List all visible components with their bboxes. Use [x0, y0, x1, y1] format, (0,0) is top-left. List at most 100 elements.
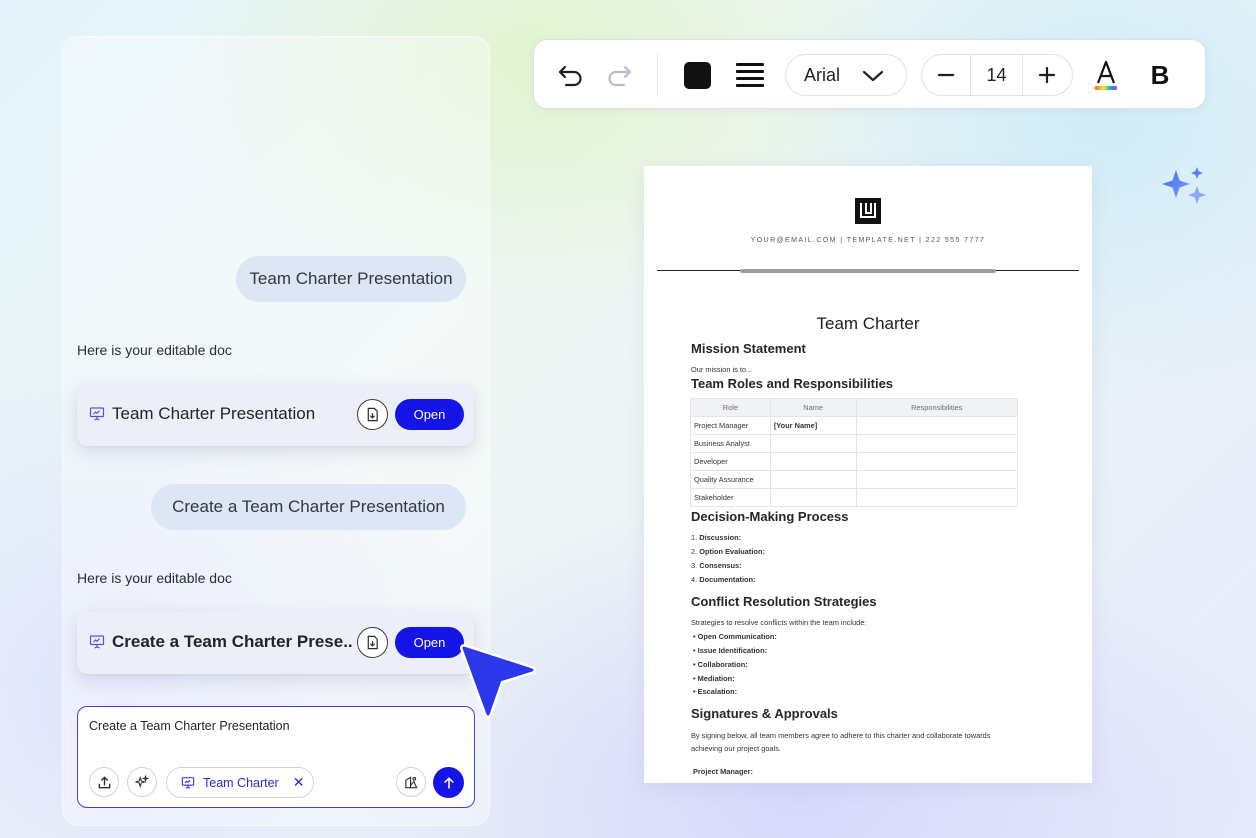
name-cell	[769, 434, 857, 453]
formatting-toolbar: Arial 14 B	[533, 39, 1206, 109]
list-label: Consensus:	[699, 561, 742, 570]
responsibilities-cell	[855, 434, 1019, 453]
section-heading: Conflict Resolution Strategies	[691, 594, 877, 609]
name-cell	[769, 452, 857, 471]
fill-color-button[interactable]	[682, 60, 712, 90]
conflict-intro: Strategies to resolve conflicts within t…	[691, 618, 867, 627]
gallery-icon	[404, 775, 418, 788]
font-family-value: Arial	[804, 64, 841, 85]
presentation-icon	[89, 407, 105, 421]
download-file-icon	[367, 635, 378, 650]
template-gallery-button[interactable]	[396, 767, 426, 797]
toolbar-divider	[657, 54, 658, 96]
responsibilities-cell	[855, 416, 1019, 435]
table-header: Role	[690, 398, 771, 417]
table-row: Project Manager [Your Name]	[690, 416, 1019, 435]
color-swatch	[683, 61, 711, 89]
decrease-size-button[interactable]	[922, 55, 972, 95]
message-composer[interactable]: Create a Team Charter Presentation Team …	[77, 706, 475, 808]
ai-sparkle-icon	[1162, 167, 1206, 204]
presentation-icon	[181, 776, 195, 789]
context-chip[interactable]: Team Charter ✕	[166, 767, 314, 798]
send-button[interactable]	[433, 767, 464, 798]
table-row: Developer	[690, 452, 1019, 471]
open-button[interactable]: Open	[395, 627, 464, 658]
signatures-text: achieving our project goals.	[691, 744, 781, 753]
font-size-control: 14	[921, 54, 1073, 96]
plus-icon	[1039, 66, 1056, 84]
open-button[interactable]: Open	[395, 399, 464, 430]
role-cell: Business Analyst	[690, 434, 771, 453]
upload-icon	[98, 775, 110, 788]
contact-line: YOUR@EMAIL.COM | TEMPLATE.NET | 222 555 …	[750, 237, 986, 244]
chip-label: Team Charter	[203, 775, 279, 790]
doc-card[interactable]: Create a Team Charter Prese... Open	[77, 612, 474, 674]
list-label: Discussion:	[699, 533, 742, 542]
redo-button[interactable]	[604, 60, 634, 90]
list-item: • Open Communication:	[693, 632, 777, 641]
download-file-icon	[367, 407, 378, 422]
list-number: 1.	[691, 533, 698, 542]
doc-card[interactable]: Team Charter Presentation Open	[77, 384, 474, 446]
user-message-bubble: Create a Team Charter Presentation	[151, 484, 466, 530]
doc-title: Team Charter	[816, 314, 920, 333]
minus-icon	[938, 73, 955, 77]
table-row: Business Analyst	[690, 434, 1019, 453]
table-header: Responsibilities	[855, 398, 1019, 417]
message-input[interactable]: Create a Team Charter Presentation	[89, 719, 290, 733]
list-label: Option Evaluation:	[699, 547, 765, 556]
cursor-pointer-icon	[460, 644, 536, 718]
list-item: • Issue Identification:	[693, 646, 768, 655]
ai-enhance-button[interactable]	[127, 767, 157, 797]
list-item: • Escalation:	[693, 687, 738, 696]
list-number: 3.	[691, 561, 698, 570]
download-button[interactable]	[357, 399, 388, 430]
signatures-text: By signing below, all team members agree…	[691, 731, 991, 740]
font-family-select[interactable]: Arial	[785, 54, 907, 96]
download-button[interactable]	[357, 627, 388, 658]
responsibilities-cell	[855, 488, 1019, 507]
responsibilities-cell	[855, 452, 1019, 471]
list-number: 2.	[691, 547, 698, 556]
assistant-message: Here is your editable doc	[77, 570, 232, 586]
undo-button[interactable]	[556, 60, 586, 90]
font-size-input[interactable]: 14	[971, 55, 1023, 95]
undo-icon	[558, 65, 582, 87]
upload-button[interactable]	[89, 767, 119, 797]
header-divider-accent	[740, 269, 996, 273]
list-label: Documentation:	[699, 575, 756, 584]
presentation-icon	[89, 635, 105, 649]
list-item: • Collaboration:	[693, 660, 748, 669]
align-button[interactable]	[735, 60, 765, 90]
section-heading: Team Roles and Responsibilities	[691, 376, 894, 391]
text-color-button[interactable]	[1091, 58, 1121, 92]
user-message-bubble: Team Charter Presentation	[236, 256, 466, 302]
list-item: 2. Option Evaluation:	[691, 547, 765, 556]
section-heading: Decision-Making Process	[691, 509, 849, 524]
table-row: Stakeholder	[690, 488, 1019, 507]
assistant-message: Here is your editable doc	[77, 342, 232, 358]
roles-table: Role Name Responsibilities Project Manag…	[690, 398, 1019, 507]
doc-card-title: Create a Team Charter Prese...	[112, 632, 352, 651]
list-number: 4.	[691, 575, 698, 584]
list-item: 4. Documentation:	[691, 575, 755, 584]
chip-close-icon[interactable]: ✕	[293, 774, 305, 791]
table-row: Quality Assurance	[690, 470, 1019, 489]
sparkle-icon	[135, 775, 149, 789]
increase-size-button[interactable]	[1023, 55, 1072, 95]
role-cell: Developer	[690, 452, 771, 471]
responsibilities-cell	[855, 470, 1019, 489]
list-item: 1. Discussion:	[691, 533, 741, 542]
bold-button[interactable]: B	[1145, 58, 1175, 92]
role-cell: Project Manager	[690, 416, 771, 435]
list-item: 3. Consensus:	[691, 561, 742, 570]
signature-label: Project Manager:	[693, 767, 753, 776]
align-justify-icon	[736, 63, 764, 87]
role-cell: Stakeholder	[690, 488, 771, 507]
document-page[interactable]: YOUR@EMAIL.COM | TEMPLATE.NET | 222 555 …	[644, 166, 1092, 783]
redo-icon	[608, 65, 632, 87]
mission-text: Our mission is to...	[691, 365, 753, 374]
name-cell	[769, 470, 857, 489]
arrow-up-icon	[443, 776, 454, 789]
text-color-icon	[1095, 60, 1117, 90]
